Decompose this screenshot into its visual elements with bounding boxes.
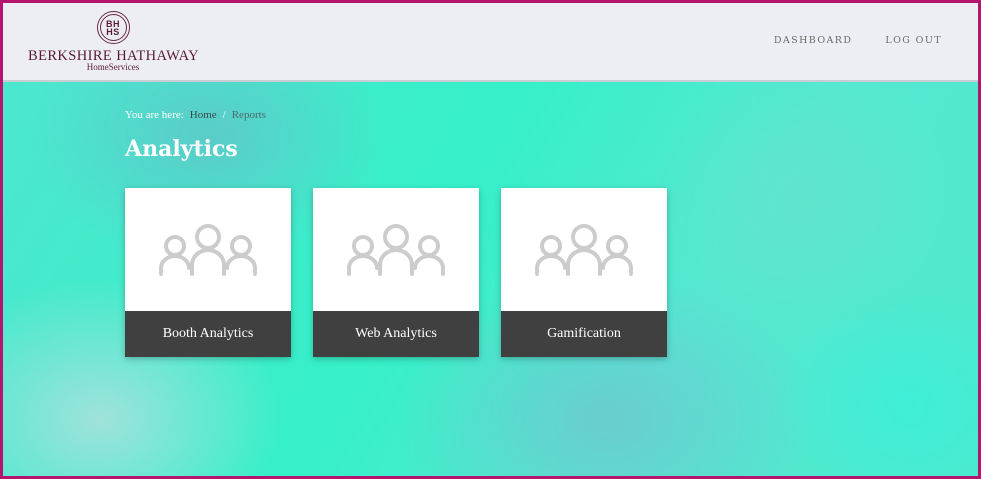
logout-link[interactable]: LOG OUT bbox=[885, 35, 942, 46]
seal-line-2: HS bbox=[106, 26, 120, 37]
group-icon bbox=[159, 223, 257, 276]
report-cards: Booth Analytics Web Analytics Gamificati… bbox=[125, 188, 667, 357]
breadcrumb-separator: / bbox=[222, 109, 226, 121]
brand-subtitle: HomeServices bbox=[86, 62, 140, 72]
card-web-analytics[interactable]: Web Analytics bbox=[313, 188, 479, 357]
breadcrumb: You are here: Home / Reports bbox=[125, 109, 266, 121]
card-gamification[interactable]: Gamification bbox=[501, 188, 667, 357]
card-label: Web Analytics bbox=[313, 311, 479, 357]
card-image bbox=[313, 188, 479, 311]
app-frame: BH HS BERKSHIRE HATHAWAY HomeServices DA… bbox=[0, 0, 981, 479]
header: BH HS BERKSHIRE HATHAWAY HomeServices DA… bbox=[3, 3, 978, 82]
card-label: Gamification bbox=[501, 311, 667, 357]
group-icon bbox=[535, 223, 633, 276]
card-image bbox=[501, 188, 667, 311]
card-image bbox=[125, 188, 291, 311]
page-title: Analytics bbox=[125, 136, 238, 162]
card-label: Booth Analytics bbox=[125, 311, 291, 357]
breadcrumb-home-link[interactable]: Home bbox=[190, 109, 217, 121]
group-icon bbox=[347, 223, 445, 276]
seal-line-1: BH bbox=[106, 18, 120, 29]
breadcrumb-prefix: You are here: bbox=[125, 109, 184, 121]
bhhs-seal-icon: BH HS bbox=[96, 11, 130, 44]
top-nav: DASHBOARD LOG OUT bbox=[774, 35, 942, 46]
breadcrumb-current: Reports bbox=[231, 109, 266, 121]
card-booth-analytics[interactable]: Booth Analytics bbox=[125, 188, 291, 357]
brand-logo[interactable]: BH HS BERKSHIRE HATHAWAY HomeServices bbox=[28, 11, 199, 72]
dashboard-link[interactable]: DASHBOARD bbox=[774, 35, 852, 46]
